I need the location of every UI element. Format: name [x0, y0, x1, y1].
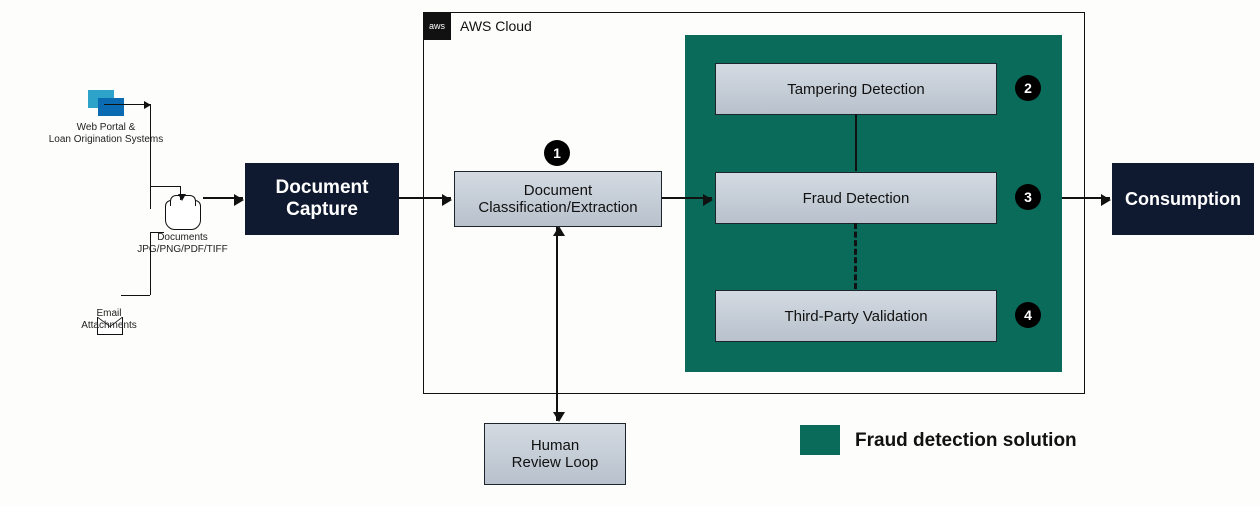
legend-label: Fraud detection solution	[855, 430, 1077, 452]
connector-tamper-fraud	[855, 114, 857, 171]
legend-swatch	[800, 425, 840, 455]
arrow-classify-human	[556, 227, 558, 421]
connector-into-docs-top	[180, 186, 181, 200]
badge-1: 1	[544, 140, 570, 166]
third-party-validation-box: Third-Party Validation	[715, 290, 997, 342]
arrow-docs-to-capture	[203, 197, 243, 199]
web-portal-label: Web Portal & Loan Origination Systems	[36, 122, 176, 146]
connector-email-horz	[121, 295, 150, 296]
human-review-loop-box: Human Review Loop	[484, 423, 626, 485]
badge-2: 2	[1015, 75, 1041, 101]
documents-icon	[165, 200, 201, 230]
tampering-detection-box: Tampering Detection	[715, 63, 997, 115]
email-label: Email Attachments	[74, 308, 144, 332]
connector-web-horz2	[150, 186, 180, 187]
connector-email-horz2	[150, 232, 164, 233]
aws-logo-text: aws	[429, 22, 445, 31]
connector-web-down	[150, 104, 151, 209]
document-classification-box: Document Classification/Extraction	[454, 171, 662, 227]
aws-cloud-label: AWS Cloud	[460, 18, 532, 34]
consumption-box: Consumption	[1112, 163, 1254, 235]
arrow-capture-to-classify	[399, 197, 451, 199]
connector-fraud-tpv	[854, 223, 857, 289]
connector-email-up	[150, 232, 151, 295]
arrow-classify-to-fraud	[662, 197, 712, 199]
arrow-to-consumption	[1062, 197, 1110, 199]
badge-3: 3	[1015, 184, 1041, 210]
badge-4: 4	[1015, 302, 1041, 328]
connector-web-right	[104, 104, 150, 105]
documents-label: Documents JPG/PNG/PDF/TIFF	[125, 232, 240, 256]
aws-logo-icon: aws	[423, 12, 451, 40]
document-capture-box: Document Capture	[245, 163, 399, 235]
web-portal-icon	[88, 90, 124, 116]
fraud-detection-box: Fraud Detection	[715, 172, 997, 224]
